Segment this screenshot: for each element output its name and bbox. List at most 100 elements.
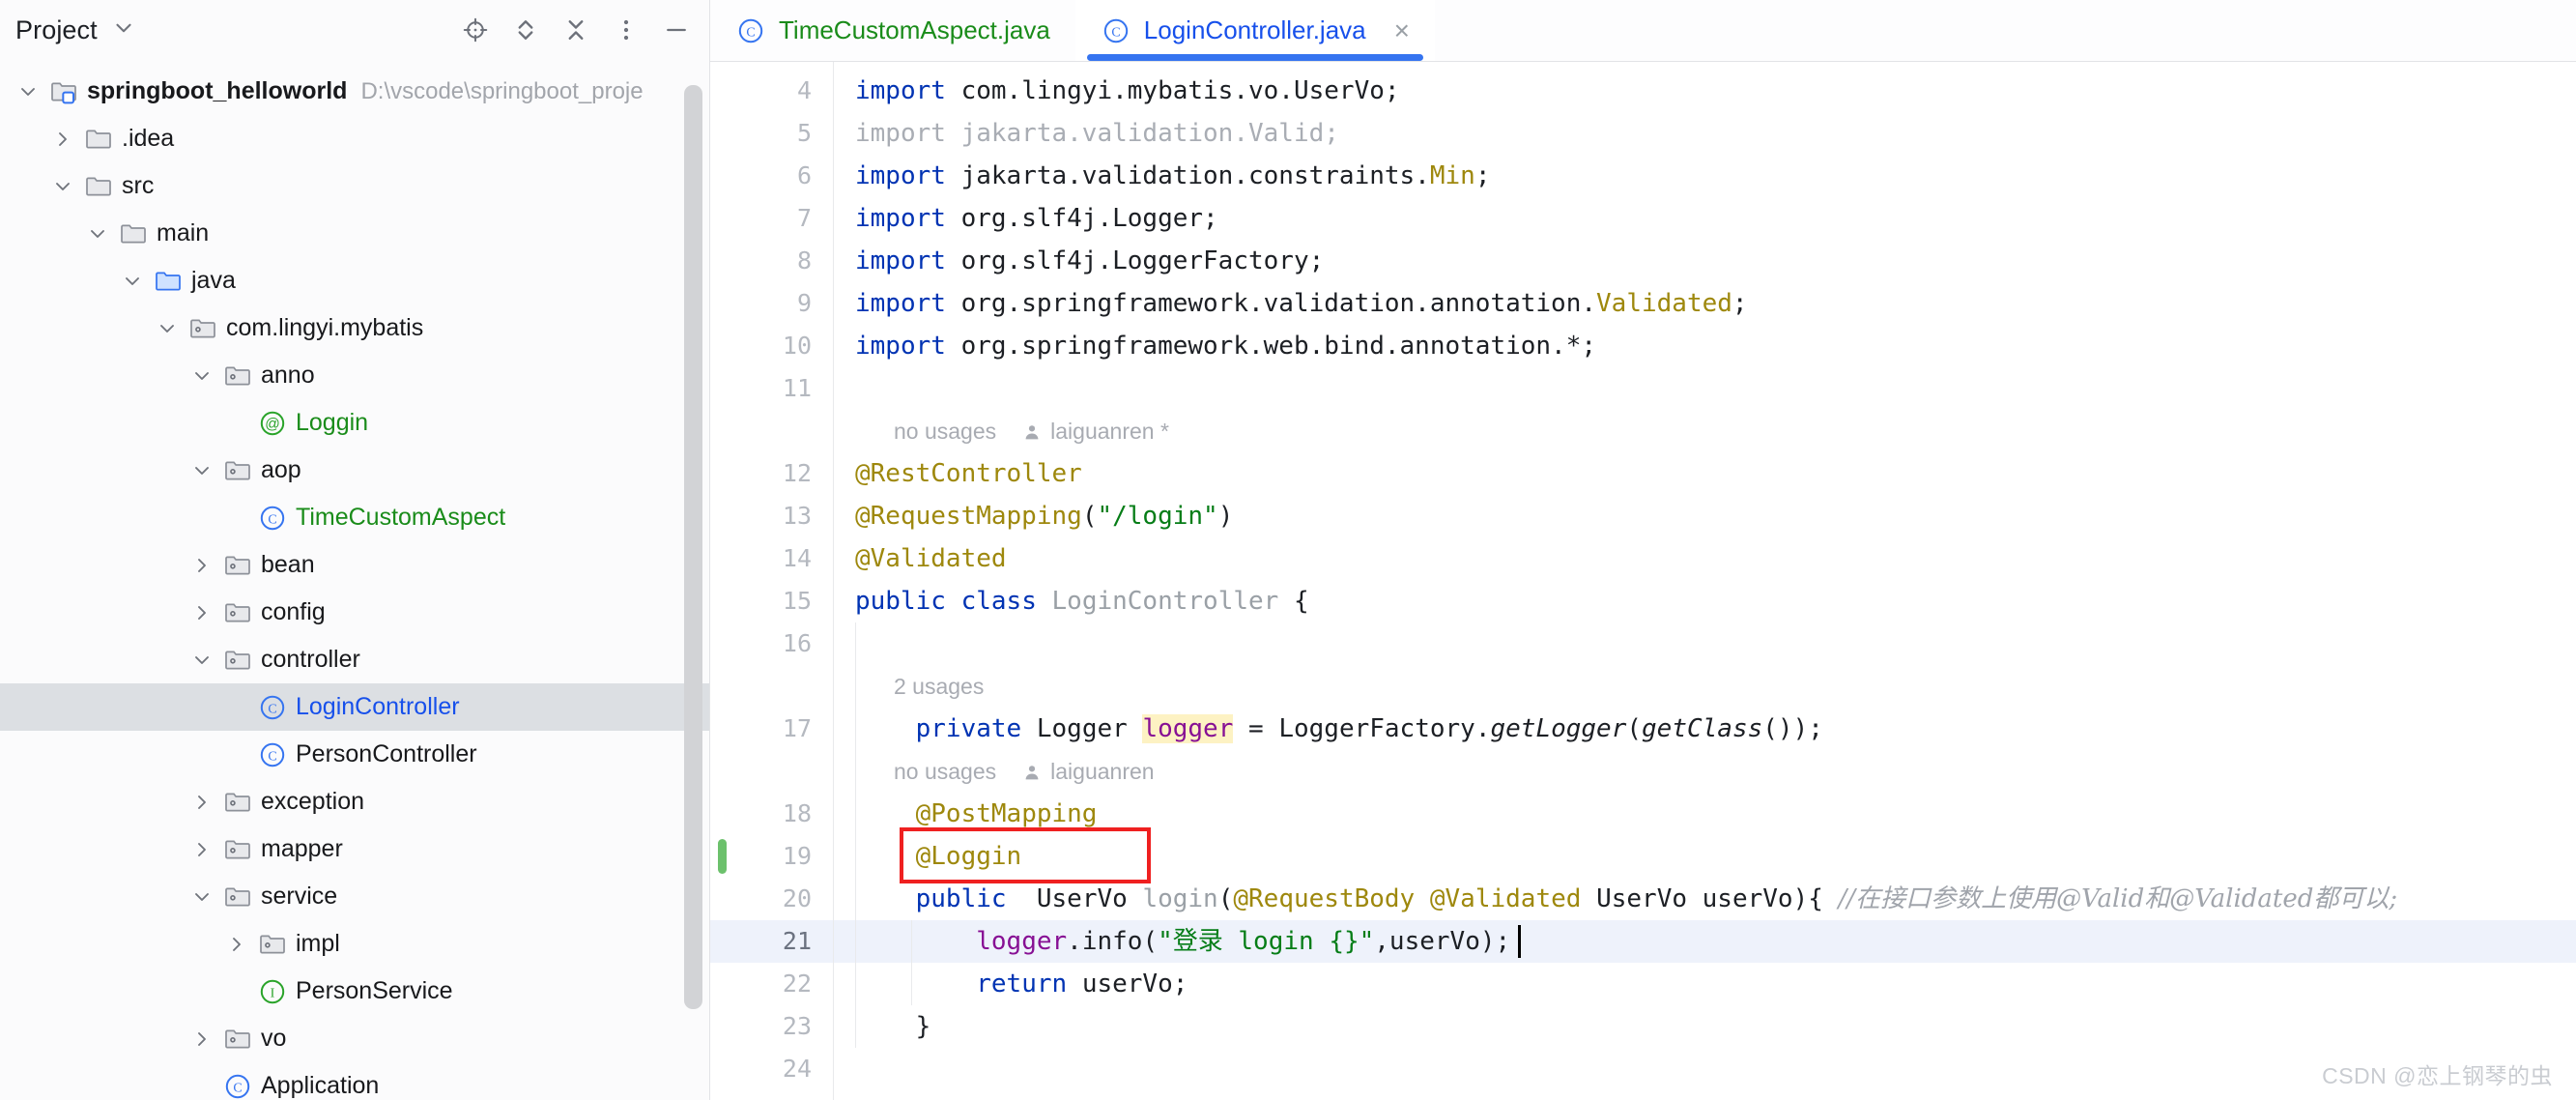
chevron-up-down-icon[interactable] — [501, 5, 551, 55]
usages-hint[interactable]: no usages — [894, 759, 996, 784]
tree-item-controller[interactable]: controller — [0, 636, 709, 683]
code-line-12[interactable]: @RestController — [834, 452, 2576, 495]
code-line-6[interactable]: import jakarta.validation.constraints.Mi… — [834, 155, 2576, 197]
code-line-22[interactable]: return userVo; — [834, 963, 2576, 1005]
code-line-13[interactable]: @RequestMapping("/login") — [834, 495, 2576, 537]
modified-line-marker[interactable] — [718, 839, 727, 874]
line-number-16[interactable]: 16 — [783, 622, 812, 665]
close-icon[interactable]: × — [1394, 16, 1410, 44]
tree-item--idea[interactable]: .idea — [0, 115, 709, 162]
chevron-right-icon[interactable] — [186, 589, 218, 636]
line-number-17[interactable]: 17 — [783, 708, 812, 750]
project-tree[interactable]: springboot_helloworld D:\vscode\springboo… — [0, 60, 709, 1100]
inlay-hint-row[interactable]: no usages laiguanren — [834, 750, 1155, 793]
line-number-22[interactable]: 22 — [783, 963, 812, 1005]
line-number-13[interactable]: 13 — [783, 495, 812, 537]
line-number-6[interactable]: 6 — [797, 155, 812, 197]
tree-item-application[interactable]: C Application — [0, 1062, 709, 1100]
line-number-5[interactable]: 5 — [797, 112, 812, 155]
editor-gutter[interactable]: 4 5 6 7 8 9 10 11 12 13 14 15 16 17 18 19 20 21 22 23 24 — [710, 62, 834, 1100]
chevron-right-icon[interactable] — [186, 825, 218, 873]
editor-body[interactable]: 4 5 6 7 8 9 10 11 12 13 14 15 16 17 18 19 20 21 22 23 24 imp… — [710, 62, 2576, 1100]
inlay-hint-row[interactable]: no usages laiguanren * — [834, 410, 1169, 452]
code-line-10[interactable]: import org.springframework.web.bind.anno… — [834, 325, 2576, 367]
author-hint[interactable]: laiguanren — [1021, 759, 1155, 784]
line-number-20[interactable]: 20 — [783, 878, 812, 920]
chevron-right-icon[interactable] — [46, 115, 79, 162]
line-number-7[interactable]: 7 — [797, 197, 812, 240]
code-line-17[interactable]: private Logger logger = LoggerFactory.ge… — [834, 708, 2576, 750]
chevron-down-icon[interactable] — [116, 257, 149, 304]
minimize-dash-icon[interactable] — [651, 5, 701, 55]
code-line-18[interactable]: @PostMapping — [834, 793, 2576, 835]
tree-item-anno[interactable]: anno — [0, 352, 709, 399]
line-number-10[interactable]: 10 — [783, 325, 812, 367]
tree-item-src[interactable]: src — [0, 162, 709, 210]
tree-item-java[interactable]: java — [0, 257, 709, 304]
tree-item-mapper[interactable]: mapper — [0, 825, 709, 873]
editor-tab-logincontroller[interactable]: C LoginController.java × — [1074, 0, 1435, 61]
chevron-down-icon[interactable] — [186, 636, 218, 683]
collapse-all-icon[interactable] — [551, 5, 601, 55]
code-line-7[interactable]: import org.slf4j.Logger; — [834, 197, 2576, 240]
code-line-9[interactable]: import org.springframework.validation.an… — [834, 282, 2576, 325]
inlay-hint-row[interactable]: 2 usages — [834, 665, 984, 708]
chevron-right-icon[interactable] — [186, 778, 218, 825]
tree-item-vo[interactable]: vo — [0, 1015, 709, 1062]
code-line-5[interactable]: import jakarta.validation.Valid; — [834, 112, 2576, 155]
chevron-down-icon[interactable] — [186, 873, 218, 920]
line-number-15[interactable]: 15 — [783, 580, 812, 622]
line-number-19[interactable]: 19 — [783, 835, 812, 878]
tree-item-personservice[interactable]: I PersonService — [0, 968, 709, 1015]
line-number-9[interactable]: 9 — [797, 282, 812, 325]
line-number-8[interactable]: 8 — [797, 240, 812, 282]
line-number-21[interactable]: 21 — [783, 920, 812, 963]
code-line-24[interactable] — [834, 1048, 2576, 1090]
chevron-down-icon[interactable] — [186, 352, 218, 399]
chevron-right-icon[interactable] — [220, 920, 253, 968]
editor-tab-timecustomaspect[interactable]: C TimeCustomAspect.java — [710, 0, 1075, 61]
chevron-down-icon[interactable] — [111, 15, 136, 45]
author-hint[interactable]: laiguanren * — [1021, 419, 1169, 444]
code-line-21[interactable]: logger.info("登录 login {}",userVo); — [834, 920, 2576, 963]
usages-hint[interactable]: no usages — [894, 419, 996, 444]
line-number-23[interactable]: 23 — [783, 1005, 812, 1048]
line-number-11[interactable]: 11 — [783, 367, 812, 410]
code-line-4[interactable]: import com.lingyi.mybatis.vo.UserVo; — [834, 70, 2576, 112]
tree-item-service[interactable]: service — [0, 873, 709, 920]
sidebar-scrollbar-track[interactable] — [684, 60, 702, 1100]
chevron-down-icon[interactable] — [186, 447, 218, 494]
code-line-11[interactable] — [834, 367, 2576, 410]
chevron-right-icon[interactable] — [186, 1015, 218, 1062]
editor-code-surface[interactable]: import com.lingyi.mybatis.vo.UserVo; impo… — [834, 62, 2576, 1100]
vertical-dots-icon[interactable] — [601, 5, 651, 55]
line-number-18[interactable]: 18 — [783, 793, 812, 835]
line-number-12[interactable]: 12 — [783, 452, 812, 495]
chevron-right-icon[interactable] — [186, 541, 218, 589]
select-opened-file-icon[interactable] — [450, 5, 501, 55]
tree-item-personcontroller[interactable]: C PersonController — [0, 731, 709, 778]
code-line-19[interactable]: @Loggin — [834, 835, 2576, 878]
tree-item-bean[interactable]: bean — [0, 541, 709, 589]
code-line-23[interactable]: } — [834, 1005, 2576, 1048]
usages-hint[interactable]: 2 usages — [894, 674, 984, 699]
code-line-14[interactable]: @Validated — [834, 537, 2576, 580]
tree-item-impl[interactable]: impl — [0, 920, 709, 968]
code-line-8[interactable]: import org.slf4j.LoggerFactory; — [834, 240, 2576, 282]
tree-item-aop[interactable]: aop — [0, 447, 709, 494]
code-line-15[interactable]: public class LoginController { — [834, 580, 2576, 622]
line-number-14[interactable]: 14 — [783, 537, 812, 580]
chevron-down-icon[interactable] — [81, 210, 114, 257]
sidebar-scrollbar-thumb[interactable] — [684, 85, 702, 1009]
chevron-down-icon[interactable] — [46, 162, 79, 210]
code-line-16[interactable] — [834, 622, 2576, 665]
tree-item-com-lingyi-mybatis[interactable]: com.lingyi.mybatis — [0, 304, 709, 352]
line-number-24[interactable]: 24 — [783, 1048, 812, 1090]
code-line-20[interactable]: public UserVo login(@RequestBody @Valida… — [834, 878, 2576, 920]
tree-item-springboot-helloworld[interactable]: springboot_helloworld D:\vscode\springboo… — [0, 68, 709, 115]
project-panel-title[interactable]: Project — [15, 15, 98, 45]
tree-item-timecustomaspect[interactable]: C TimeCustomAspect — [0, 494, 709, 541]
tree-item-loggin[interactable]: @ Loggin — [0, 399, 709, 447]
tree-item-exception[interactable]: exception — [0, 778, 709, 825]
tree-item-logincontroller[interactable]: C LoginController — [0, 683, 709, 731]
